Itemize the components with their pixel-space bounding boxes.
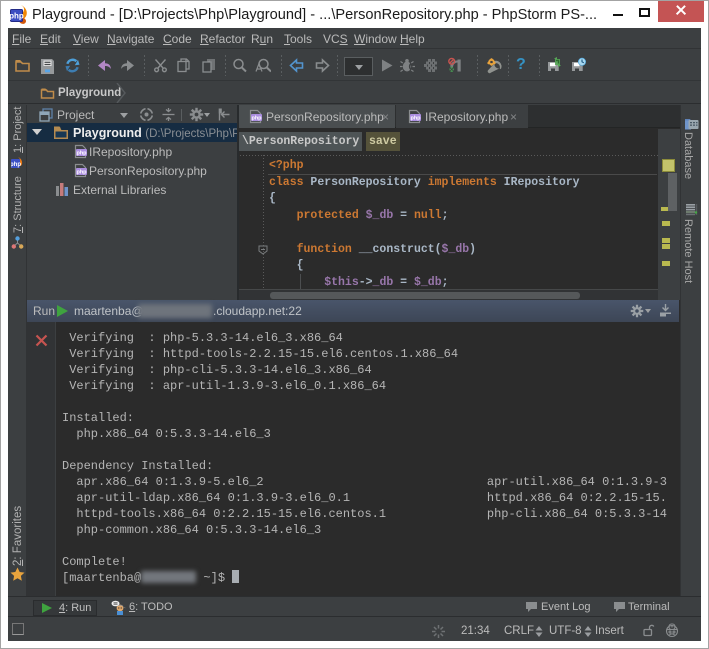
svg-text:php: php xyxy=(251,116,262,122)
svg-text:php: php xyxy=(76,151,87,157)
svg-text:php: php xyxy=(76,170,87,176)
svg-text:php: php xyxy=(11,162,21,168)
svg-text:php: php xyxy=(410,116,421,122)
svg-text:php: php xyxy=(10,12,24,21)
